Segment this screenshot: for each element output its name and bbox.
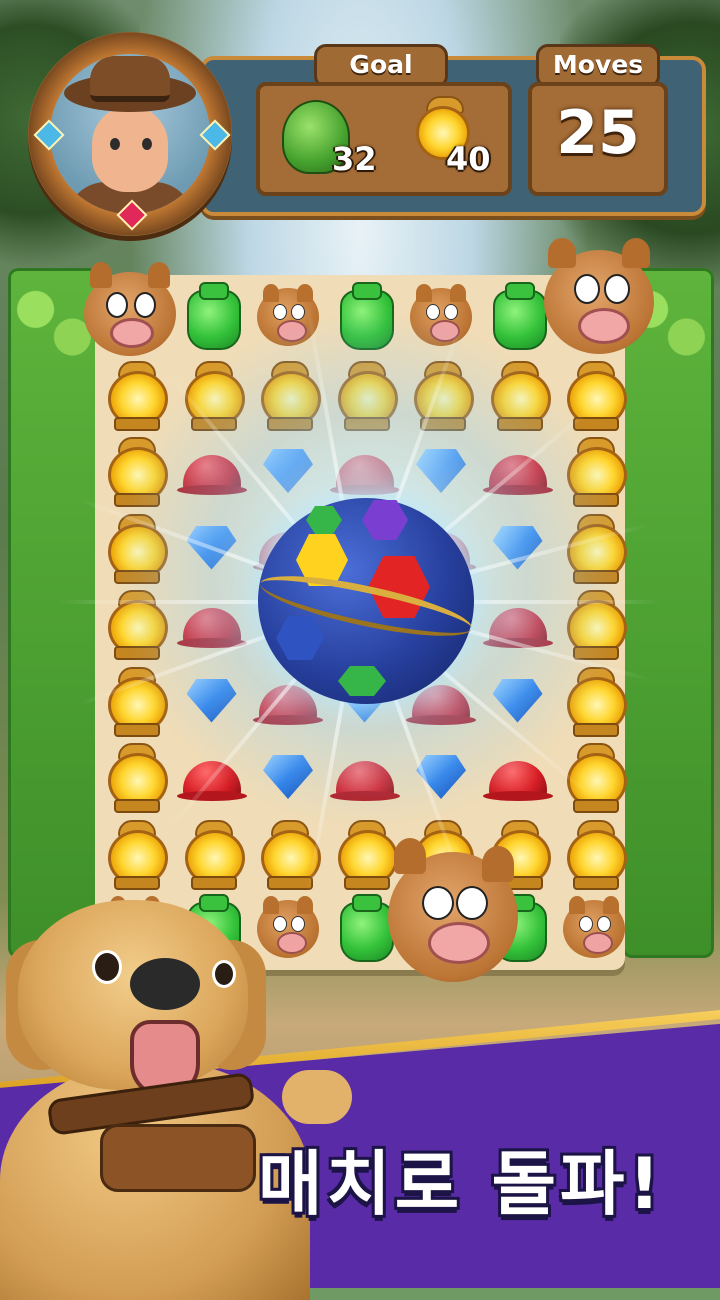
pig-snout bbox=[583, 932, 613, 954]
pig-eye bbox=[604, 274, 630, 304]
pig-ear bbox=[263, 896, 279, 914]
pig-ear bbox=[148, 262, 170, 288]
promo-headline: 매치로 돌파! bbox=[258, 1143, 665, 1225]
pig-tile[interactable] bbox=[251, 892, 325, 966]
jar-neck bbox=[198, 894, 229, 912]
color-bomb-ball[interactable] bbox=[256, 498, 476, 704]
lantern-base bbox=[190, 875, 237, 890]
pig-snout bbox=[428, 922, 490, 964]
lantern-goal-count: 40 bbox=[446, 140, 491, 178]
pig-eye bbox=[273, 916, 287, 932]
dog-eye bbox=[92, 950, 122, 984]
pig-snout bbox=[277, 932, 307, 954]
pig-eye bbox=[574, 274, 600, 304]
leaf-goal-count: 32 bbox=[332, 140, 377, 178]
lantern-tile[interactable] bbox=[175, 816, 249, 890]
moves-counter: 25 bbox=[556, 98, 640, 168]
pig-snout bbox=[110, 318, 154, 348]
pig-ear bbox=[297, 896, 313, 914]
pig-tile[interactable] bbox=[557, 892, 631, 966]
left-hedge-wall bbox=[8, 268, 100, 958]
dog-pointing-paw bbox=[282, 1070, 352, 1124]
pig-ear bbox=[482, 846, 514, 882]
pig-ear bbox=[603, 896, 619, 914]
pig-eye bbox=[579, 916, 593, 932]
explorer-hat-icon bbox=[90, 56, 170, 102]
lantern-tile[interactable] bbox=[557, 816, 631, 890]
purple-panel bbox=[362, 500, 408, 540]
pig-ear bbox=[394, 838, 426, 874]
explorer-eye bbox=[110, 138, 120, 150]
lantern-base bbox=[114, 875, 160, 890]
jar-neck bbox=[198, 282, 229, 300]
pig-blocker[interactable] bbox=[84, 262, 176, 356]
explorer-eye bbox=[142, 138, 152, 150]
pig-icon bbox=[257, 896, 319, 958]
pig-ear bbox=[622, 238, 650, 268]
green-panel bbox=[338, 666, 386, 696]
lantern-base bbox=[573, 875, 619, 890]
dog-eye bbox=[212, 960, 236, 988]
pig-eye bbox=[106, 292, 128, 318]
jar-neck bbox=[504, 282, 535, 300]
lantern-tile[interactable] bbox=[98, 816, 172, 890]
pig-eye bbox=[456, 886, 488, 920]
pig-snout bbox=[578, 308, 630, 344]
pig-ear bbox=[548, 238, 576, 268]
pig-blocker[interactable] bbox=[544, 238, 654, 354]
jar-neck bbox=[351, 894, 382, 912]
pig-ear bbox=[569, 896, 585, 914]
player-avatar[interactable] bbox=[28, 32, 232, 236]
pig-eye bbox=[597, 916, 611, 932]
pig-ear bbox=[263, 284, 279, 302]
lantern-base bbox=[343, 875, 390, 890]
explorer-portrait bbox=[50, 54, 210, 214]
lantern-base bbox=[267, 875, 313, 890]
pig-eye bbox=[422, 886, 454, 920]
pig-ear bbox=[450, 284, 466, 302]
pig-icon bbox=[563, 896, 625, 958]
explorer-face bbox=[92, 106, 168, 192]
dog-pouch bbox=[100, 1124, 256, 1192]
blue-panel bbox=[276, 616, 324, 660]
pig-eye bbox=[291, 916, 305, 932]
pig-eye bbox=[134, 292, 156, 318]
moves-panel: 25 bbox=[528, 82, 668, 196]
lantern-base bbox=[114, 799, 160, 813]
pig-blocker[interactable] bbox=[388, 838, 518, 982]
lantern-base bbox=[573, 799, 619, 813]
pig-ear bbox=[90, 262, 112, 288]
goal-panel: 32 40 bbox=[256, 82, 512, 196]
dog-nose bbox=[130, 958, 200, 1010]
